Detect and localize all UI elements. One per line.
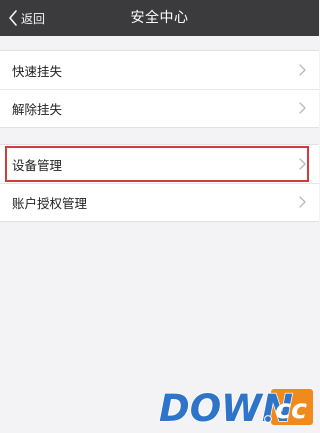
chevron-right-icon (299, 158, 306, 170)
svg-text:DOWN: DOWN (159, 387, 293, 429)
top-nav-bar: 返回 安全中心 (0, 0, 319, 36)
menu-item-device-management[interactable]: 设备管理 (4, 145, 310, 183)
chevron-right-icon (299, 196, 306, 208)
device-account-group: 设备管理 账户授权管理 (0, 144, 319, 222)
svg-text:cc: cc (275, 394, 307, 425)
security-center-screen: 返回 安全中心 快速挂失 解除挂失 设备管理 账户授权管理 DOWN cc (0, 0, 319, 433)
back-button[interactable]: 返回 (8, 0, 45, 36)
back-label: 返回 (21, 11, 46, 26)
menu-item-label: 设备管理 (12, 157, 63, 173)
page-title: 安全中心 (130, 10, 189, 26)
menu-item-quick-report-loss[interactable]: 快速挂失 (0, 51, 319, 89)
menu-item-label: 账户授权管理 (12, 195, 88, 211)
menu-item-label: 快速挂失 (12, 63, 63, 79)
chevron-left-icon (8, 10, 18, 26)
chevron-right-icon (299, 64, 306, 76)
menu-item-account-authorization[interactable]: 账户授权管理 (0, 183, 319, 221)
menu-item-cancel-report-loss[interactable]: 解除挂失 (0, 89, 319, 127)
loss-report-group: 快速挂失 解除挂失 (0, 50, 319, 128)
menu-item-label: 解除挂失 (12, 101, 63, 117)
down-cc-watermark-logo: DOWN cc (159, 386, 313, 429)
chevron-right-icon (299, 102, 306, 114)
